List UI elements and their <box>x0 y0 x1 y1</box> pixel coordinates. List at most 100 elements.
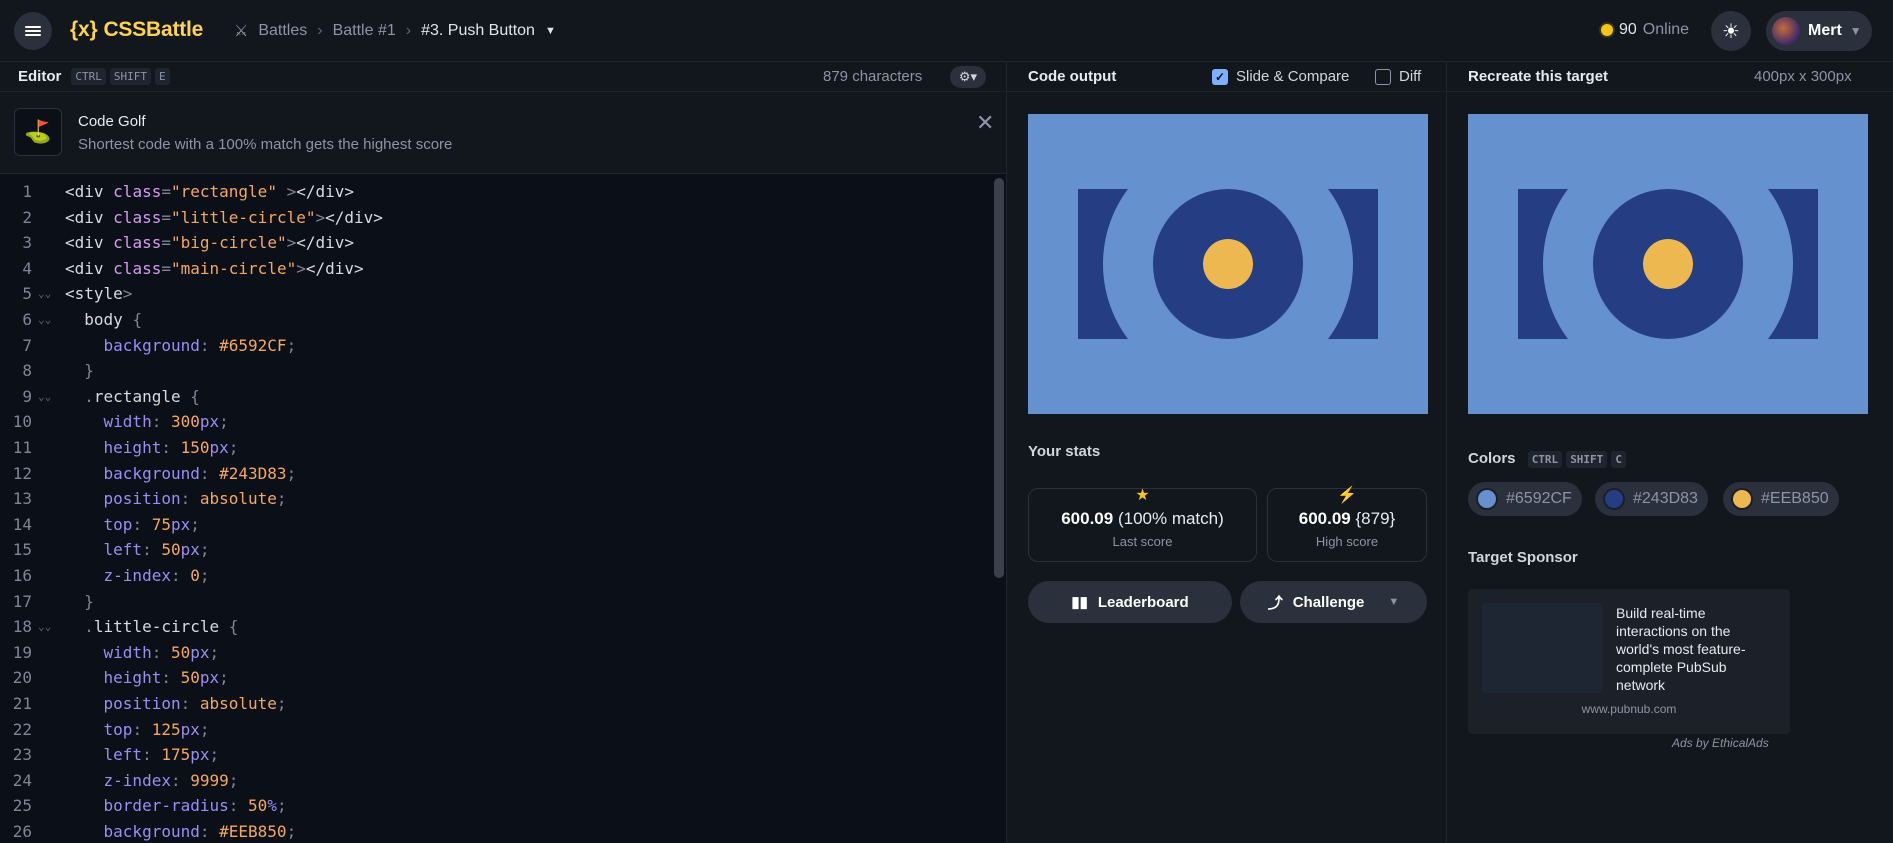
code-line[interactable]: 25 border-radius: 50%; <box>0 793 995 819</box>
target-size: 400px x 300px <box>1754 68 1852 85</box>
shortcut-key: E <box>154 68 170 85</box>
golf-flag-icon: ⛳ <box>14 108 62 156</box>
editor-panel: Editor CTRL SHIFT E 879 characters ⚙▾ ⛳ … <box>0 62 1007 843</box>
line-number: 18 <box>12 617 32 637</box>
menu-button[interactable] <box>14 12 52 50</box>
line-number: 11 <box>12 438 32 457</box>
code-line[interactable]: 17 } <box>0 589 995 615</box>
color-chip[interactable]: #243D83 <box>1595 482 1708 516</box>
push-button-shape <box>1028 114 1428 414</box>
editor-header: Editor CTRL SHIFT E 879 characters ⚙▾ <box>0 62 1006 92</box>
code-line[interactable]: 23 left: 175px; <box>0 742 995 768</box>
checkbox-checked-icon[interactable]: ✓ <box>1212 69 1228 86</box>
code-line[interactable]: 22 top: 125px; <box>0 717 995 743</box>
code-text: top: 125px; <box>65 719 210 739</box>
code-text: background: #243D83; <box>65 463 297 483</box>
code-line[interactable]: 4 <div class="main-circle"></div> <box>0 256 995 282</box>
line-number: 13 <box>12 489 32 509</box>
colors-title: Colors CTRL SHIFT C <box>1468 450 1630 468</box>
code-line[interactable]: 20 height: 50px; <box>0 665 995 691</box>
editor-settings-button[interactable]: ⚙▾ <box>950 66 986 88</box>
code-line[interactable]: 16 z-index: 0; <box>0 563 995 589</box>
high-score: 600.09 <box>1298 509 1351 528</box>
code-text: position: absolute; <box>65 489 287 509</box>
target-header: Recreate this target 400px x 300px <box>1447 62 1893 92</box>
ad-text: Build real-time interactions on the worl… <box>1616 605 1746 693</box>
code-line[interactable]: 6 ⌄⌄ body { <box>0 307 995 333</box>
gear-icon: ⚙▾ <box>958 69 978 84</box>
output-panel: Code output ✓ Slide & Compare Diff Your s… <box>1007 62 1447 843</box>
code-line[interactable]: 21 position: absolute; <box>0 691 995 717</box>
target-panel: Recreate this target 400px x 300px Color… <box>1447 62 1893 843</box>
fold-icon[interactable]: ⌄⌄ <box>38 281 51 307</box>
code-line[interactable]: 24 z-index: 9999; <box>0 768 995 794</box>
theme-toggle-button[interactable]: ☀ <box>1711 11 1751 51</box>
line-number: 21 <box>12 694 32 713</box>
high-score-card: ⚡ 600.09 {879} High score <box>1267 487 1427 562</box>
close-icon[interactable]: ✕ <box>976 110 994 136</box>
code-line[interactable]: 2 <div class="little-circle"></div> <box>0 205 995 231</box>
breadcrumb-battle[interactable]: Battle #1 <box>333 22 396 40</box>
fold-icon[interactable]: ⌄⌄ <box>38 614 51 640</box>
output-header: Code output ✓ Slide & Compare Diff <box>1007 62 1446 92</box>
code-line[interactable]: 18 ⌄⌄ .little-circle { <box>0 614 995 640</box>
line-number: 23 <box>12 745 32 765</box>
online-indicator: 90 Online <box>1601 21 1689 39</box>
editor-scrollbar[interactable] <box>994 178 1004 578</box>
code-line[interactable]: 12 background: #243D83; <box>0 461 995 487</box>
bar-chart-icon: ▮▮ <box>1071 594 1088 611</box>
ads-by-label[interactable]: Ads by EthicalAds <box>1672 736 1769 750</box>
hamburger-icon <box>25 24 41 38</box>
caret-down-icon[interactable]: ▼ <box>545 25 556 37</box>
code-line[interactable]: 5 ⌄⌄ <style> <box>0 281 995 307</box>
code-line[interactable]: 8 } <box>0 358 995 384</box>
breadcrumb-current[interactable]: #3. Push Button <box>421 22 535 40</box>
code-line[interactable]: 3 <div class="big-circle"></div> <box>0 230 995 256</box>
checkbox-unchecked-icon[interactable] <box>1375 69 1391 86</box>
code-line[interactable]: 10 width: 300px; <box>0 409 995 435</box>
last-score-label: Last score <box>1112 534 1173 549</box>
color-chip[interactable]: #6592CF <box>1468 482 1582 516</box>
user-menu[interactable]: Mert ▼ <box>1766 11 1872 51</box>
sponsor-title: Target Sponsor <box>1468 549 1578 566</box>
code-text: .rectangle { <box>65 386 200 406</box>
code-line[interactable]: 15 left: 50px; <box>0 537 995 563</box>
challenge-button[interactable]: ⤴ Challenge ▼ <box>1240 581 1427 623</box>
code-text: background: #EEB850; <box>65 822 297 841</box>
fold-icon[interactable]: ⌄⌄ <box>38 384 51 410</box>
code-line[interactable]: 11 height: 150px; <box>0 435 995 461</box>
sun-icon: ☀ <box>1722 20 1740 43</box>
star-icon: ★ <box>1135 487 1150 504</box>
target-preview[interactable] <box>1468 114 1868 414</box>
ad-url[interactable]: www.pubnub.com <box>1468 702 1790 716</box>
share-icon: ⤴ <box>1267 594 1283 612</box>
editor-title: Editor <box>18 68 62 85</box>
line-number: 24 <box>12 770 32 790</box>
color-swatch <box>1605 490 1623 508</box>
code-line[interactable]: 13 position: absolute; <box>0 486 995 512</box>
line-number: 12 <box>12 463 32 483</box>
code-line[interactable]: 14 top: 75px; <box>0 512 995 538</box>
leaderboard-button[interactable]: ▮▮ Leaderboard <box>1028 581 1232 623</box>
logo[interactable]: {x} CSSBattle <box>70 18 203 42</box>
color-hex: #EEB850 <box>1761 490 1829 507</box>
code-golf-banner: ⛳ Code Golf Shortest code with a 100% ma… <box>0 92 1006 174</box>
code-editor[interactable]: 1 <div class="rectangle" ></div> 2 <div cla… <box>0 175 995 843</box>
code-line[interactable]: 9 ⌄⌄ .rectangle { <box>0 384 995 410</box>
sponsor-ad[interactable]: Build real-time interactions on the worl… <box>1468 589 1790 734</box>
chevron-right-icon: › <box>405 22 412 39</box>
code-output-preview[interactable] <box>1028 114 1428 414</box>
line-number: 7 <box>22 335 32 355</box>
line-number: 2 <box>22 207 32 227</box>
chevron-down-icon[interactable]: ▼ <box>1388 596 1399 608</box>
character-count: 879 characters <box>823 68 923 85</box>
breadcrumb-battles[interactable]: Battles <box>258 22 307 40</box>
code-line[interactable]: 26 background: #EEB850; <box>0 819 995 843</box>
color-chip[interactable]: #EEB850 <box>1723 482 1839 516</box>
code-line[interactable]: 7 background: #6592CF; <box>0 333 995 359</box>
code-line[interactable]: 1 <div class="rectangle" ></div> <box>0 179 995 205</box>
fold-icon[interactable]: ⌄⌄ <box>38 307 51 333</box>
diff-toggle[interactable]: Diff <box>1375 68 1421 86</box>
slide-compare-toggle[interactable]: ✓ Slide & Compare <box>1212 68 1349 86</box>
code-line[interactable]: 19 width: 50px; <box>0 640 995 666</box>
